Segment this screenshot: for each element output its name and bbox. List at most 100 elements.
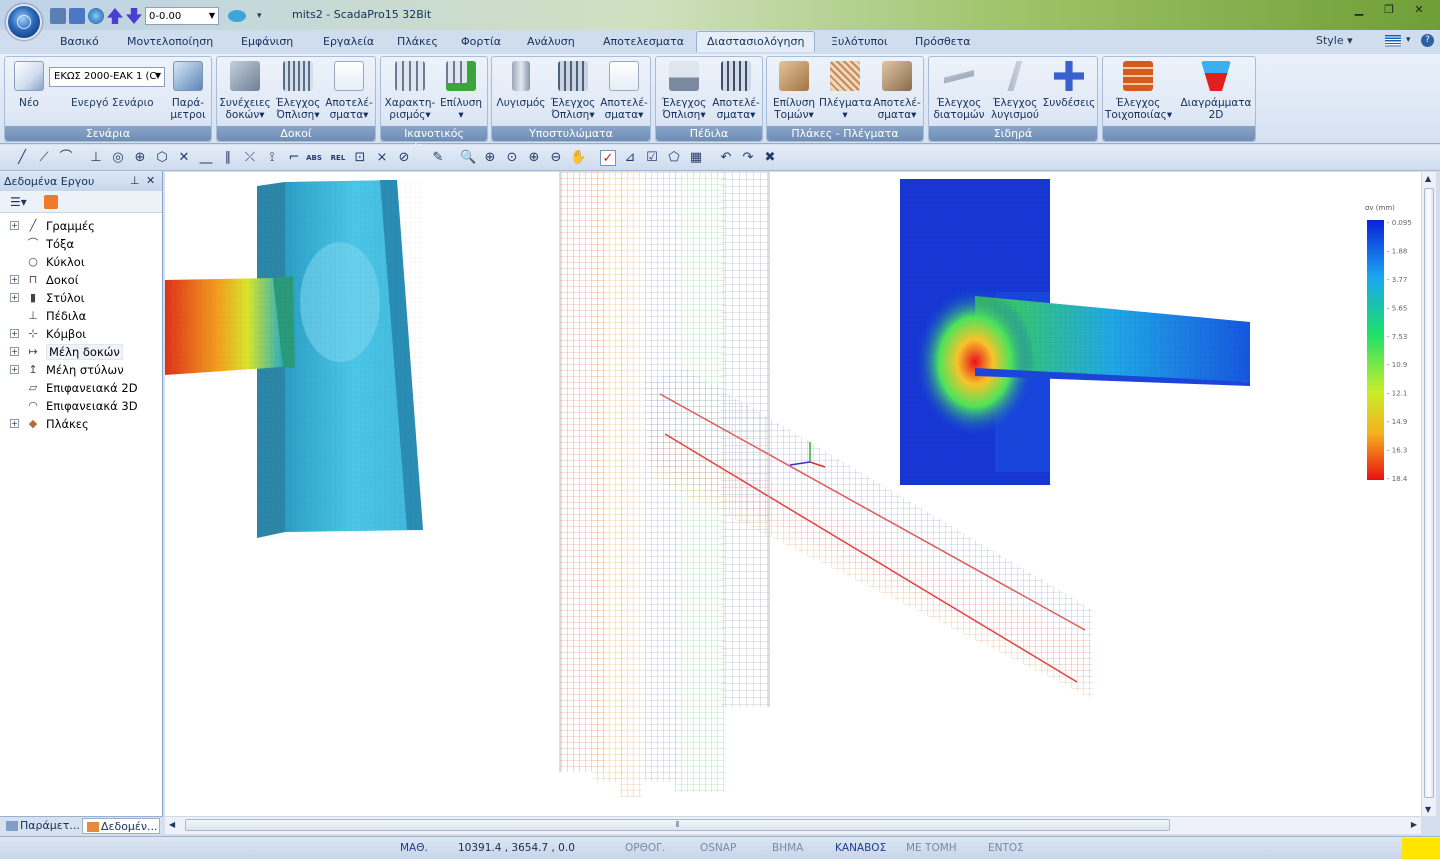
status-ortho[interactable]: ΟΡΘΟΓ. [625,842,665,854]
intersection-snap-icon[interactable]: ✕ [176,150,192,166]
vertical-scrollbar[interactable]: ▲ ▼ [1421,172,1436,816]
grid-select-icon[interactable]: ▦ [688,150,704,166]
zoom-previous-icon[interactable]: ⊙ [504,150,520,166]
section-solve-button[interactable]: Επίλυση Τομών▾ [769,61,819,121]
tree-item[interactable]: + ↥ Μέλη στύλων [0,361,160,379]
tree-item[interactable]: + ╱ Γραμμές [0,217,160,235]
center-snap-icon[interactable]: ⊕ [132,150,148,166]
zoom-extents-icon[interactable]: ⊕ [482,150,498,166]
diagrams-2d-button[interactable]: Διαγράμματα 2D [1177,61,1255,121]
perpendicular-snap-icon[interactable]: ⊥ [88,150,104,166]
scenario-parameters-button[interactable]: Παρά- μετροι [167,61,209,121]
arrow-down-icon[interactable] [126,8,142,24]
column-check-reinforcement-button[interactable]: Έλεγχος Όπλιση▾ [548,61,598,121]
tree-item[interactable]: + ⊹ Κόμβοι [0,325,160,343]
buckling-button[interactable]: Λυγισμός [494,61,548,109]
steel-section-check-button[interactable]: Έλεγχος διατομών [931,61,987,121]
layer-select[interactable]: 0-0.00 ▼ [145,7,219,25]
pan-icon[interactable]: ✋ [570,150,586,166]
status-inside[interactable]: ΕΝΤΟΣ [988,842,1024,854]
beam-results-button[interactable]: Αποτελέ- σματα▾ [323,61,375,121]
expand-icon[interactable]: + [10,365,19,374]
expand-icon[interactable]: + [10,419,19,428]
check-toggle-icon[interactable]: ✓ [600,150,616,166]
status-math[interactable]: ΜΑΘ. [400,842,428,854]
tree-item[interactable]: + ▮ Στύλοι [0,289,160,307]
tree-item[interactable]: + ⊓ Δοκοί [0,271,160,289]
tab-tools[interactable]: Εργαλεία [323,35,374,48]
steel-connections-button[interactable]: Συνδέσεις [1041,61,1097,109]
new-scenario-button[interactable]: Νέο [11,61,47,109]
tab-analysis[interactable]: Ανάλυση [527,35,575,48]
tab-results[interactable]: Αποτελεσματα [603,35,684,48]
status-intersect[interactable]: ΜΕ ΤΟΜΗ [906,842,957,854]
tab-addons[interactable]: Πρόσθετα [915,35,971,48]
relative-coords-icon[interactable]: REL [330,150,346,166]
endpoint-snap-icon[interactable]: ⎽ [198,150,214,166]
tree-item[interactable]: ▱ Επιφανειακά 2D [0,379,160,397]
line-tool-icon[interactable]: ╱ [14,150,30,166]
absolute-coords-icon[interactable]: ABS [306,150,322,166]
restore-icon[interactable]: ❐ [1374,0,1404,18]
arrow-up-icon[interactable] [107,8,123,24]
expand-icon[interactable]: + [10,275,19,284]
status-step[interactable]: ΒΗΜΑ [772,842,803,854]
footing-check-reinforcement-button[interactable]: Έλεγχος Όπλιση▾ [658,61,710,121]
tab-view[interactable]: Εμφάνιση [241,35,293,48]
tangent-snap-icon[interactable]: ⬡ [154,150,170,166]
style-menu[interactable]: Style ▾ [1316,34,1353,47]
capacity-solve-button[interactable]: Επίλυση ▾ [437,61,485,121]
arc-tool-icon[interactable]: ⌒ [58,150,74,166]
expand-icon[interactable]: + [10,293,19,302]
midpoint-snap-icon[interactable]: ⟟ [264,150,280,166]
print-icon[interactable] [69,8,85,24]
tab-parameters[interactable]: Παράμετ... [2,818,80,834]
tab-loads[interactable]: Φορτία [461,35,501,48]
scroll-thumb[interactable] [1424,188,1434,798]
node-snap-icon[interactable]: ⌐ [286,150,302,166]
nearest-snap-icon[interactable]: ⤫ [242,150,258,166]
pen-icon[interactable]: ✎ [430,150,446,166]
tab-design[interactable]: Διαστασιολόγηση [696,31,816,52]
meshes-button[interactable]: Πλέγματα ▾ [819,61,872,121]
zoom-in-icon[interactable]: ⊕ [526,150,542,166]
minimize-icon[interactable]: ▁ [1344,0,1374,18]
polyline-tool-icon[interactable]: ⟋ [36,150,52,166]
scroll-right-icon[interactable]: ▶ [1411,820,1417,829]
select-checkbox-icon[interactable]: ⊿ [622,150,638,166]
expand-icon[interactable]: + [10,221,19,230]
redo-icon[interactable]: ↷ [740,150,756,166]
expand-icon[interactable]: + [10,329,19,338]
scroll-thumb[interactable]: ⦀ [185,819,1170,831]
refresh-icon[interactable] [44,195,58,209]
tree-item[interactable]: + ◆ Πλάκες [0,415,160,433]
beam-continuity-button[interactable]: Συνέχειες δοκών▾ [219,61,271,121]
status-osnap[interactable]: OSNAP [700,842,736,854]
model-viewport[interactable]: σv (mm) - 0.095- 1.88- 3.77- 5.65- 7.53-… [165,172,1421,816]
save-icon[interactable] [50,8,66,24]
scenario-select[interactable]: ΕΚΩΣ 2000-ΕΑΚ 1 (C ▼ [49,67,165,87]
scroll-left-icon[interactable]: ◀ [169,820,175,829]
zoom-window-icon[interactable]: 🔍 [460,150,476,166]
close-icon[interactable]: ✕ [146,174,155,187]
tree-item[interactable]: + ↦ Μέλη δοκών [0,343,160,361]
grid-snap-icon[interactable]: ⊡ [352,150,368,166]
help-icon[interactable]: ? [1421,34,1434,47]
tree-item[interactable]: ⌒ Τόξα [0,235,160,253]
undo-icon[interactable]: ↶ [718,150,734,166]
column-results-button[interactable]: Αποτελέ- σματα▾ [598,61,650,121]
slab-results-button[interactable]: Αποτελέ- σματα▾ [871,61,923,121]
parallel-snap-icon[interactable]: ∥ [220,150,236,166]
beam-check-reinforcement-button[interactable]: Έλεγχος Όπλιση▾ [273,61,323,121]
characterization-button[interactable]: Χαρακτη- ρισμός▾ [383,61,437,121]
check-list-icon[interactable]: ☑ [644,150,660,166]
tree-item[interactable]: ⊥ Πέδιλα [0,307,160,325]
polygon-select-icon[interactable]: ⬠ [666,150,682,166]
tab-slabs[interactable]: Πλάκες [397,35,438,48]
status-grid[interactable]: ΚΑΝΑΒΟΣ [835,842,886,854]
tree-item[interactable]: ○ Κύκλοι [0,253,160,271]
steel-buckling-check-button[interactable]: Έλεγχος λυγισμού [987,61,1043,121]
expand-icon[interactable]: + [10,347,19,356]
scroll-up-icon[interactable]: ▲ [1425,174,1431,183]
tab-formwork[interactable]: Ξυλότυποι [831,35,888,48]
